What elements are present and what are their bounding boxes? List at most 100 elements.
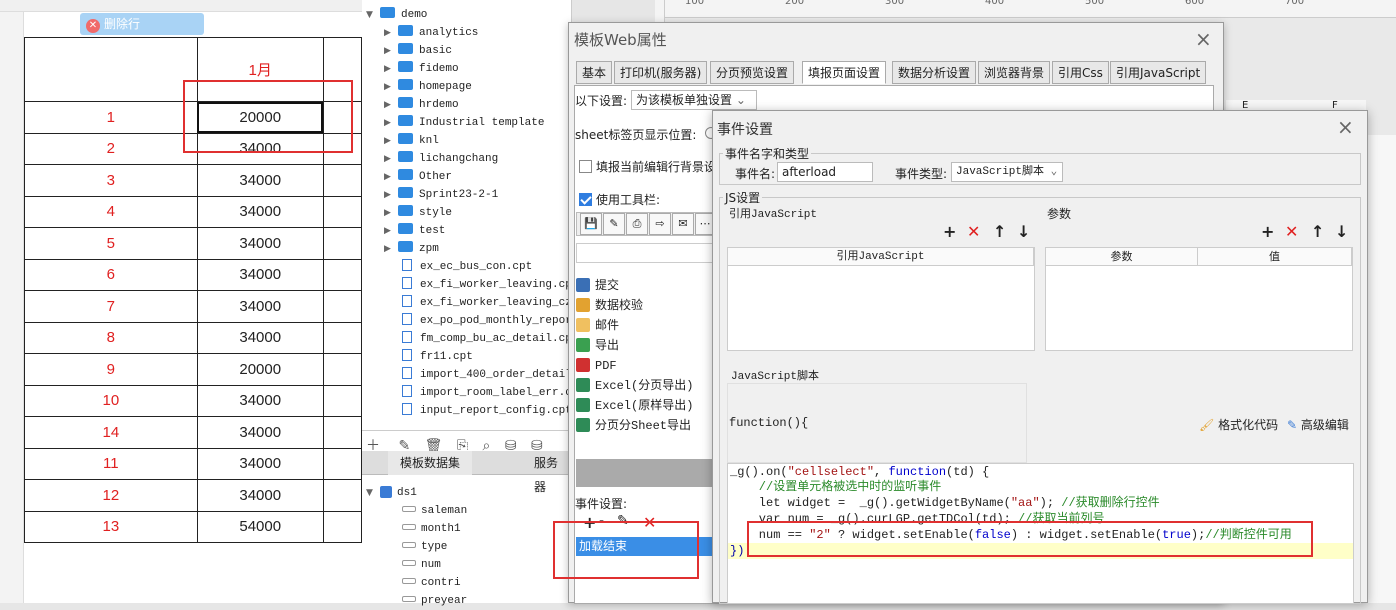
row-extra[interactable] [322, 290, 362, 323]
delete-param-icon[interactable]: ✕ [1285, 224, 1298, 240]
row-index[interactable]: 13 [24, 510, 198, 543]
dataset-field[interactable]: saleman [402, 501, 467, 519]
tree-folder[interactable]: ▶ test [384, 221, 445, 239]
tab-template-dataset[interactable]: 模板数据集 [388, 451, 473, 475]
tree-folder[interactable]: ▶ homepage [384, 77, 472, 95]
row-value[interactable]: 34000 [196, 290, 324, 323]
row-index[interactable]: 4 [24, 195, 198, 228]
row-index[interactable]: 8 [24, 321, 198, 354]
list-item[interactable]: 分页分Sheet导出 [576, 415, 691, 435]
dataset-field[interactable]: type [402, 537, 447, 555]
row-index[interactable]: 1 [24, 101, 198, 134]
row-index[interactable]: 9 [24, 353, 198, 386]
row-value[interactable]: 34000 [196, 447, 324, 480]
brush-icon[interactable]: ✎ [603, 213, 625, 235]
row-value[interactable]: 34000 [196, 321, 324, 354]
list-scroll-area[interactable] [576, 459, 716, 487]
format-code-button[interactable]: 🖌 格式化代码 [1199, 416, 1278, 433]
tree-folder[interactable]: ▶ Sprint23-2-1 [384, 185, 498, 203]
col-header-param[interactable]: 参数 [1046, 248, 1198, 266]
param-move-down-icon[interactable]: ↓ [1335, 224, 1348, 240]
row-extra[interactable] [322, 164, 362, 197]
delete-row-button[interactable]: ✕ 删除行 [80, 13, 204, 35]
row-index[interactable]: 2 [24, 132, 198, 165]
row-index[interactable]: 5 [24, 227, 198, 260]
dataset-field[interactable]: month1 [402, 519, 461, 537]
tree-file[interactable]: ex_fi_worker_leaving_cz.c [402, 293, 571, 311]
tree-file[interactable]: ex_ec_bus_con.cpt [402, 257, 532, 275]
close-icon[interactable]: × [1337, 117, 1354, 137]
list-item[interactable]: 数据校验 [576, 295, 643, 315]
tree-folder[interactable]: ▶ knl [384, 131, 439, 149]
tree-file[interactable]: input_report_config.cpt [402, 401, 571, 419]
add-param-icon[interactable]: + [1261, 224, 1274, 240]
add-ref-js-icon[interactable]: + [943, 224, 956, 240]
list-item[interactable]: Excel(分页导出) [576, 375, 693, 395]
tab-fill-page-settings[interactable]: 填报页面设置 [802, 61, 887, 84]
row-extra[interactable] [322, 258, 362, 291]
tab-page-preview[interactable]: 分页预览设置 [710, 61, 795, 84]
tab-ref-css[interactable]: 引用Css [1052, 61, 1109, 84]
list-item[interactable]: 导出 [576, 335, 619, 355]
row-index[interactable]: 10 [24, 384, 198, 417]
use-toolbar-checkbox[interactable] [579, 193, 592, 206]
row-value[interactable]: 34000 [196, 227, 324, 260]
row-index[interactable]: 12 [24, 479, 198, 512]
row-value[interactable]: 34000 [196, 164, 324, 197]
move-up-icon[interactable]: ↑ [993, 224, 1006, 240]
row-value[interactable]: 34000 [196, 416, 324, 449]
row-value[interactable]: 54000 [196, 510, 324, 543]
mail-icon[interactable]: ✉ [672, 213, 694, 235]
row-extra[interactable] [322, 353, 362, 386]
dataset-field[interactable]: contri [402, 573, 461, 591]
tab-server-dataset[interactable]: 服务器 [522, 451, 572, 494]
tree-folder[interactable]: ▶ Industrial template [384, 113, 544, 131]
dataset-node[interactable]: ▼ ds1 [366, 483, 417, 501]
close-icon[interactable]: × [1195, 29, 1212, 49]
row-index[interactable]: 3 [24, 164, 198, 197]
col-header-value[interactable]: 值 [1198, 248, 1352, 266]
settings-scope-select[interactable]: 为该模板单独设置 ⌄ [631, 90, 757, 110]
export-icon[interactable]: ⇨ [649, 213, 671, 235]
row-extra[interactable] [322, 195, 362, 228]
tree-file[interactable]: import_400_order_detail_l [402, 365, 571, 383]
tree-folder[interactable]: ▶ basic [384, 41, 452, 59]
row-extra[interactable] [322, 447, 362, 480]
tab-printer-server[interactable]: 打印机(服务器) [614, 61, 708, 84]
toolbar-position-field[interactable] [576, 243, 716, 263]
row-index[interactable]: 6 [24, 258, 198, 291]
param-move-up-icon[interactable]: ↑ [1311, 224, 1324, 240]
row-value[interactable]: 34000 [196, 258, 324, 291]
fill-edit-row-bg-checkbox[interactable] [579, 160, 592, 173]
tree-root[interactable]: ▼ demo [366, 5, 427, 23]
row-value[interactable]: 20000 [196, 353, 324, 386]
move-down-icon[interactable]: ↓ [1017, 224, 1030, 240]
list-item[interactable]: 提交 [576, 275, 619, 295]
list-item[interactable]: Excel(原样导出) [576, 395, 693, 415]
tree-file[interactable]: fr11.cpt [402, 347, 473, 365]
tree-folder[interactable]: ▶ zpm [384, 239, 439, 257]
save-icon[interactable]: 💾 [580, 213, 602, 235]
fill-edit-row-bg-option[interactable]: 填报当前编辑行背景设 [579, 158, 716, 175]
tab-browser-background[interactable]: 浏览器背景 [978, 61, 1051, 84]
row-value[interactable]: 34000 [196, 384, 324, 417]
tree-folder[interactable]: ▶ lichangchang [384, 149, 498, 167]
row-extra[interactable] [322, 384, 362, 417]
row-index[interactable]: 14 [24, 416, 198, 449]
use-toolbar-option[interactable]: 使用工具栏: [579, 191, 660, 208]
tree-file[interactable]: fm_comp_bu_ac_detail.cpt [402, 329, 571, 347]
tree-file[interactable]: ex_po_pod_monthly_report. [402, 311, 571, 329]
print-icon[interactable]: ⎙ [626, 213, 648, 235]
tree-file[interactable]: import_room_label_err.cpt [402, 383, 571, 401]
dataset-field[interactable]: preyear [402, 591, 467, 609]
tree-file[interactable]: ex_fi_worker_leaving.cpt [402, 275, 571, 293]
col-header-ref-js[interactable]: 引用JavaScript [728, 248, 1034, 266]
row-extra[interactable] [322, 416, 362, 449]
header-cell-empty[interactable] [24, 37, 198, 102]
row-extra[interactable] [322, 479, 362, 512]
tree-folder[interactable]: ▶ fidemo [384, 59, 459, 77]
event-type-select[interactable]: JavaScript脚本 ⌄ [951, 162, 1063, 182]
row-value[interactable]: 34000 [196, 195, 324, 228]
row-extra[interactable] [322, 510, 362, 543]
row-index[interactable]: 11 [24, 447, 198, 480]
